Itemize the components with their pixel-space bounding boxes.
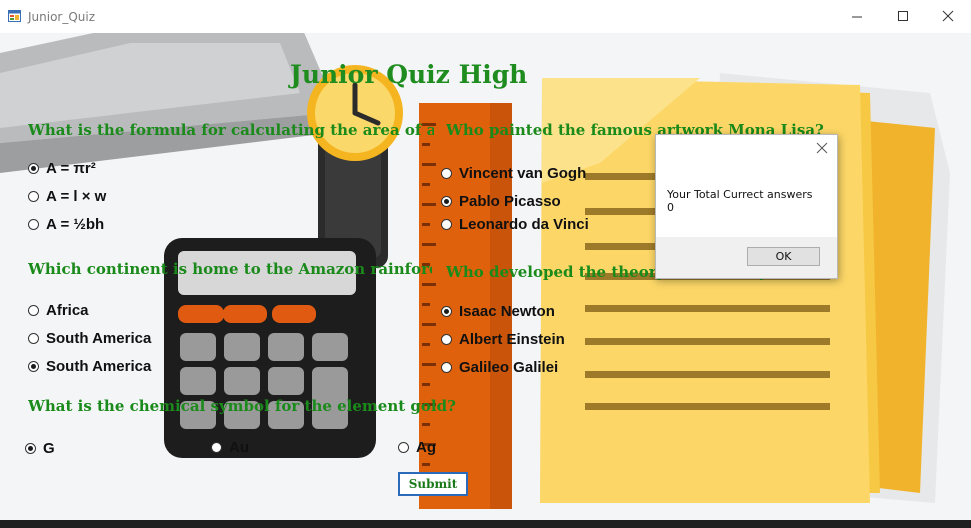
question-1-option-1[interactable]: A = πr² bbox=[28, 159, 96, 177]
option-label: South America bbox=[46, 357, 152, 375]
radio-button-selected[interactable] bbox=[25, 442, 36, 454]
question-2-option-2[interactable]: South America bbox=[28, 329, 151, 347]
winforms-app-icon bbox=[8, 10, 21, 22]
radio-button-selected[interactable] bbox=[28, 360, 39, 372]
question-5-option-1[interactable]: Isaac Newton bbox=[441, 302, 555, 320]
question-4-option-3[interactable]: Leonardo da Vinci bbox=[441, 215, 589, 233]
taskbar-strip bbox=[0, 520, 971, 528]
title-bar[interactable]: Junior_Quiz bbox=[0, 0, 971, 33]
radio-button[interactable] bbox=[28, 218, 39, 230]
question-4-option-1[interactable]: Vincent van Gogh bbox=[441, 164, 586, 182]
radio-button[interactable] bbox=[211, 441, 222, 453]
option-label: Isaac Newton bbox=[459, 302, 555, 320]
option-label: A = l × w bbox=[46, 187, 107, 205]
question-2-text: Which continent is home to the Amazon ra… bbox=[28, 260, 432, 278]
radio-button[interactable] bbox=[441, 333, 452, 345]
option-label: Galileo Galilei bbox=[459, 358, 559, 376]
radio-button[interactable] bbox=[441, 167, 452, 179]
option-label: Leonardo da Vinci bbox=[459, 215, 589, 233]
close-icon bbox=[942, 10, 954, 22]
question-4-option-2[interactable]: Pablo Picasso bbox=[441, 192, 561, 210]
question-3-option-3[interactable]: Ag bbox=[398, 438, 436, 456]
option-label: Pablo Picasso bbox=[459, 192, 561, 210]
question-2-option-3[interactable]: South America bbox=[28, 357, 151, 375]
question-2-option-1[interactable]: Africa bbox=[28, 301, 89, 319]
question-3-text: What is the chemical symbol for the elem… bbox=[28, 397, 456, 415]
question-1-text: What is the formula for calculating the … bbox=[28, 121, 434, 139]
radio-button[interactable] bbox=[28, 304, 39, 316]
option-label: Ag bbox=[416, 438, 436, 456]
message-box-footer: OK bbox=[656, 237, 837, 278]
option-label: Africa bbox=[46, 301, 89, 319]
window-title: Junior_Quiz bbox=[28, 10, 96, 24]
radio-button-selected[interactable] bbox=[28, 162, 39, 174]
option-label: A = πr² bbox=[46, 159, 96, 177]
submit-button[interactable]: Submit bbox=[398, 472, 468, 496]
question-5-option-2[interactable]: Albert Einstein bbox=[441, 330, 565, 348]
radio-button-selected[interactable] bbox=[441, 305, 452, 317]
question-3-option-2[interactable]: Au bbox=[211, 438, 249, 456]
result-message-text: Your Total Currect answers bbox=[667, 188, 813, 201]
result-message-box: Your Total Currect answers 0 OK bbox=[655, 134, 838, 279]
option-label: Albert Einstein bbox=[459, 330, 565, 348]
radio-button[interactable] bbox=[28, 190, 39, 202]
maximize-button[interactable] bbox=[880, 0, 926, 33]
maximize-icon bbox=[898, 11, 908, 21]
radio-button[interactable] bbox=[441, 218, 452, 230]
question-3-option-1[interactable]: G bbox=[25, 439, 55, 457]
radio-button[interactable] bbox=[398, 441, 409, 453]
question-1-option-2[interactable]: A = l × w bbox=[28, 187, 106, 205]
radio-button[interactable] bbox=[28, 332, 39, 344]
minimize-button[interactable] bbox=[834, 0, 880, 33]
quiz-heading: Junior Quiz High bbox=[290, 60, 528, 89]
close-icon[interactable] bbox=[815, 141, 829, 155]
question-1-option-3[interactable]: A = ½bh bbox=[28, 215, 104, 233]
quiz-window: Junior_Quiz Junior Quiz High What is the… bbox=[0, 0, 971, 520]
radio-button-selected[interactable] bbox=[441, 195, 452, 207]
option-label: Au bbox=[229, 438, 249, 456]
option-label: South America bbox=[46, 329, 152, 347]
option-label: G bbox=[43, 439, 55, 457]
question-5-option-3[interactable]: Galileo Galilei bbox=[441, 358, 558, 376]
radio-button[interactable] bbox=[441, 361, 452, 373]
result-message: Your Total Currect answers 0 bbox=[667, 188, 813, 214]
ok-button[interactable]: OK bbox=[747, 247, 820, 266]
option-label: Vincent van Gogh bbox=[459, 164, 587, 182]
minimize-icon bbox=[852, 16, 862, 18]
close-button[interactable] bbox=[925, 0, 971, 33]
option-label: A = ½bh bbox=[46, 215, 105, 233]
result-score: 0 bbox=[667, 201, 674, 214]
